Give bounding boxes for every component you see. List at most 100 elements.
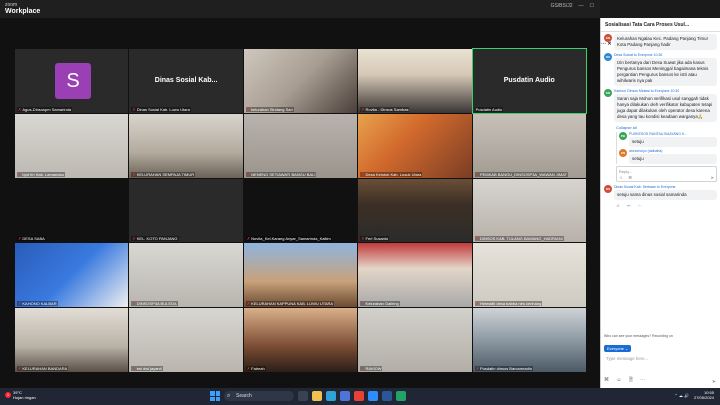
mic-muted-icon: ✗: [246, 301, 251, 307]
participant-name-text: Novita_Kel.Karang Anyar_Samarinda_Kaltim: [251, 236, 331, 242]
video-tile[interactable]: ✗PEMKAB BANGU_DINSOSP3A_WAWAN JIMAT: [472, 113, 586, 178]
participant-name-text: KELURAHAN KAPPUNA KAB. LUWU UTARA: [251, 301, 334, 307]
mic-muted-icon: ✗: [246, 365, 251, 371]
collapse-all-link[interactable]: Collapse all: [616, 125, 717, 130]
video-tile-active-speaker[interactable]: Pusdatin Audio Pusdatin Audio: [471, 48, 588, 114]
clock[interactable]: 10:55 27/05/2024: [694, 390, 714, 400]
participant-name: ✗Dinas Sosial Kab. Luwu Utara: [131, 106, 191, 112]
participant-name-text: KAHONO KALBAR: [22, 301, 57, 307]
meeting-area: ✋ S ✗Agus-Dinsospm Samarinda Dinas Sosia…: [0, 18, 600, 388]
system-tray: ⌃ ☁ 🔊 10:55 27/05/2024: [674, 390, 714, 400]
send-icon[interactable]: ➤: [712, 379, 716, 385]
video-tile[interactable]: ✗DINSOS KAB. TULANG BAWANG_HADRIANI: [472, 178, 586, 243]
video-tile[interactable]: ✗DESA SABA: [15, 178, 129, 243]
video-tile[interactable]: ✗Helmaliti desa babba nes cenhang: [472, 243, 586, 308]
message-text: Izin bertanya dari Desa Suwat jika ada k…: [614, 58, 717, 86]
video-tile[interactable]: ✗Pusdatin dinsos Barcamradin: [472, 308, 586, 372]
chat-tools[interactable]: ⌘ ☺ 🗎 ⋯: [604, 377, 648, 385]
participant-name: ✗DINSOSP3A BULEDA: [131, 301, 178, 307]
participant-name: ✗RAVIOW: [360, 365, 383, 371]
taskbar: 1 39°C Hujan ringan Search ⌃ ☁ 🔊 10:55 2…: [0, 388, 720, 405]
who-can-see-text: Who can see your messages? Recording on: [604, 334, 673, 338]
weather-widget[interactable]: 1 39°C Hujan ringan: [5, 390, 36, 400]
video-tile[interactable]: S ✗Agus-Dinsospm Samarinda: [15, 49, 129, 113]
tray-icons[interactable]: ⌃ ☁ 🔊: [674, 393, 689, 398]
video-tile[interactable]: ✗Novita_Kel.Karang Anyar_Samarinda_Kalti…: [243, 178, 358, 243]
participant-name: ✗NENENG SETIAWATI BANGU BALI: [245, 171, 317, 177]
participant-name: ✗PEMKAB BANGU_DINSOSP3A_WAWAN JIMAT: [474, 171, 569, 177]
participant-name-text: Pusdatin Audio: [475, 106, 503, 112]
word-icon[interactable]: [382, 391, 392, 401]
message-text: Saran saja Mohon verifikasi usul sanggah…: [614, 94, 717, 122]
video-tile[interactable]: ✗KELURAHAN SEMPAJA TIMUR: [129, 113, 243, 178]
thread-replies: PB PUSKESOS RANTAU BUAYANG K... setuju K…: [616, 132, 717, 164]
mic-muted-icon: ✗: [18, 236, 22, 242]
video-tile[interactable]: ✗NENENG SETIAWATI BANGU BALI: [243, 113, 358, 178]
video-tile[interactable]: ✗esi dwi jayanti: [129, 308, 243, 372]
participant-name-text: Desa Kelotok Kab. Lusuk Utara: [365, 171, 422, 177]
top-bar: zoom Workplace GS/BS/J2 — ☐: [0, 0, 600, 18]
participant-name-text: DINSOSP3A BULEDA: [136, 301, 177, 307]
weather-icon: 1: [5, 392, 11, 398]
reply-input[interactable]: Reply... ☺ ⌘ ➤: [616, 166, 717, 182]
participant-name: ✗Novita_Kel.Karang Anyar_Samarinda_Kalti…: [245, 236, 332, 242]
video-tile[interactable]: ✗KELURAHAN KAPPUNA KAB. LUWU UTARA: [243, 243, 358, 308]
video-tile[interactable]: ✗KELURAHAN BANDARA: [15, 308, 129, 372]
participant-name-text: Rovita - Dinsos Sambas: [365, 106, 409, 112]
mic-muted-icon: ✗: [18, 365, 22, 371]
participant-name-text: Agus-Dinsospm Samarinda: [22, 106, 72, 112]
participant-name-text: DINSOS KAB. TULANG BAWANG_HADRIANI: [479, 236, 563, 242]
mic-muted-icon: ✗: [361, 365, 365, 371]
message-text: setuju: [629, 137, 717, 147]
task-view-icon[interactable]: [298, 391, 308, 401]
video-tile[interactable]: ✗KAHONO KALBAR: [15, 243, 129, 308]
clock-date: 27/05/2024: [693, 395, 714, 400]
thread-reply: KN wonomulyo (dalhaha) setuju: [619, 149, 717, 164]
mic-muted-icon: ✗: [132, 301, 136, 307]
video-tile[interactable]: ✗kelurahan Sindang Sari: [243, 49, 358, 113]
mic-muted-icon: ✗: [132, 236, 136, 242]
mic-muted-icon: ✗: [475, 171, 479, 177]
chat-input[interactable]: Type message here...: [604, 354, 717, 374]
video-tile[interactable]: ✗Feri Susanto: [358, 178, 472, 243]
tile-title: Pusdatin Audio: [503, 77, 555, 84]
recipient-dropdown[interactable]: Everyone ⌄: [604, 345, 632, 352]
message-text: setuju: [629, 154, 717, 164]
windows-start-icon[interactable]: [210, 391, 220, 401]
participant-name-text: Kelurahan Galiring: [365, 301, 399, 307]
participant-name: ✗Rovita - Dinsos Sambas: [360, 106, 410, 112]
video-tile[interactable]: ✗DINSOSP3A BULEDA: [129, 243, 243, 308]
edge-icon[interactable]: [326, 391, 336, 401]
minimize-icon[interactable]: —: [579, 3, 584, 9]
excel-icon[interactable]: [396, 391, 406, 401]
mic-muted-icon: ✗: [132, 106, 136, 112]
message-sender: Dinas Sosial Kab. Serbaan to Everyone: [614, 185, 676, 189]
chat-messages: KN Kelurahan Ngalau Kec. Padang Panjang …: [601, 32, 720, 340]
video-tile[interactable]: ✗Desa Kelotok Kab. Lusuk Utara: [358, 113, 472, 178]
avatar: KN: [604, 34, 612, 42]
who-can-see-notice[interactable]: Who can see your messages? Recording on: [604, 334, 717, 338]
message-sender: wonomulyo (dalhaha): [629, 149, 663, 153]
video-tile[interactable]: ✗Fatmah: [243, 308, 358, 372]
participant-name-text: Feri Susanto: [365, 236, 389, 242]
message-sender: PUSKESOS RANTAU BUAYANG K...: [629, 132, 688, 136]
video-tile[interactable]: Dinas Sosial Kab... ✗Dinas Sosial Kab. L…: [129, 49, 243, 113]
taskbar-apps: Search: [210, 391, 406, 401]
send-icon[interactable]: ➤: [711, 175, 714, 180]
video-tile[interactable]: ✗Kelurahan Galiring: [358, 243, 472, 308]
maximize-icon[interactable]: ☐: [590, 3, 594, 9]
window-controls: GS/BS/J2 — ☐: [551, 3, 594, 9]
chrome-icon[interactable]: [354, 391, 364, 401]
video-tile[interactable]: ✗KEL. KOTO PANJANG: [129, 178, 243, 243]
zoom-icon[interactable]: [368, 391, 378, 401]
reply-tools-icon[interactable]: ☺ ⌘: [619, 175, 634, 180]
mic-muted-icon: ✗: [475, 365, 479, 371]
chat-message: DS Dinas Sosial Kab. Serbaan to Everyone…: [604, 185, 717, 200]
video-tile[interactable]: ✗bpd fm Kab. Lamandau: [15, 113, 129, 178]
message-actions[interactable]: ☺ ↩ ⋯: [616, 203, 717, 208]
video-tile[interactable]: ✗RAVIOW: [358, 308, 472, 372]
video-tile[interactable]: ✗Rovita - Dinsos Sambas: [358, 49, 472, 113]
taskbar-search[interactable]: Search: [224, 391, 294, 401]
store-icon[interactable]: [340, 391, 350, 401]
file-explorer-icon[interactable]: [312, 391, 322, 401]
